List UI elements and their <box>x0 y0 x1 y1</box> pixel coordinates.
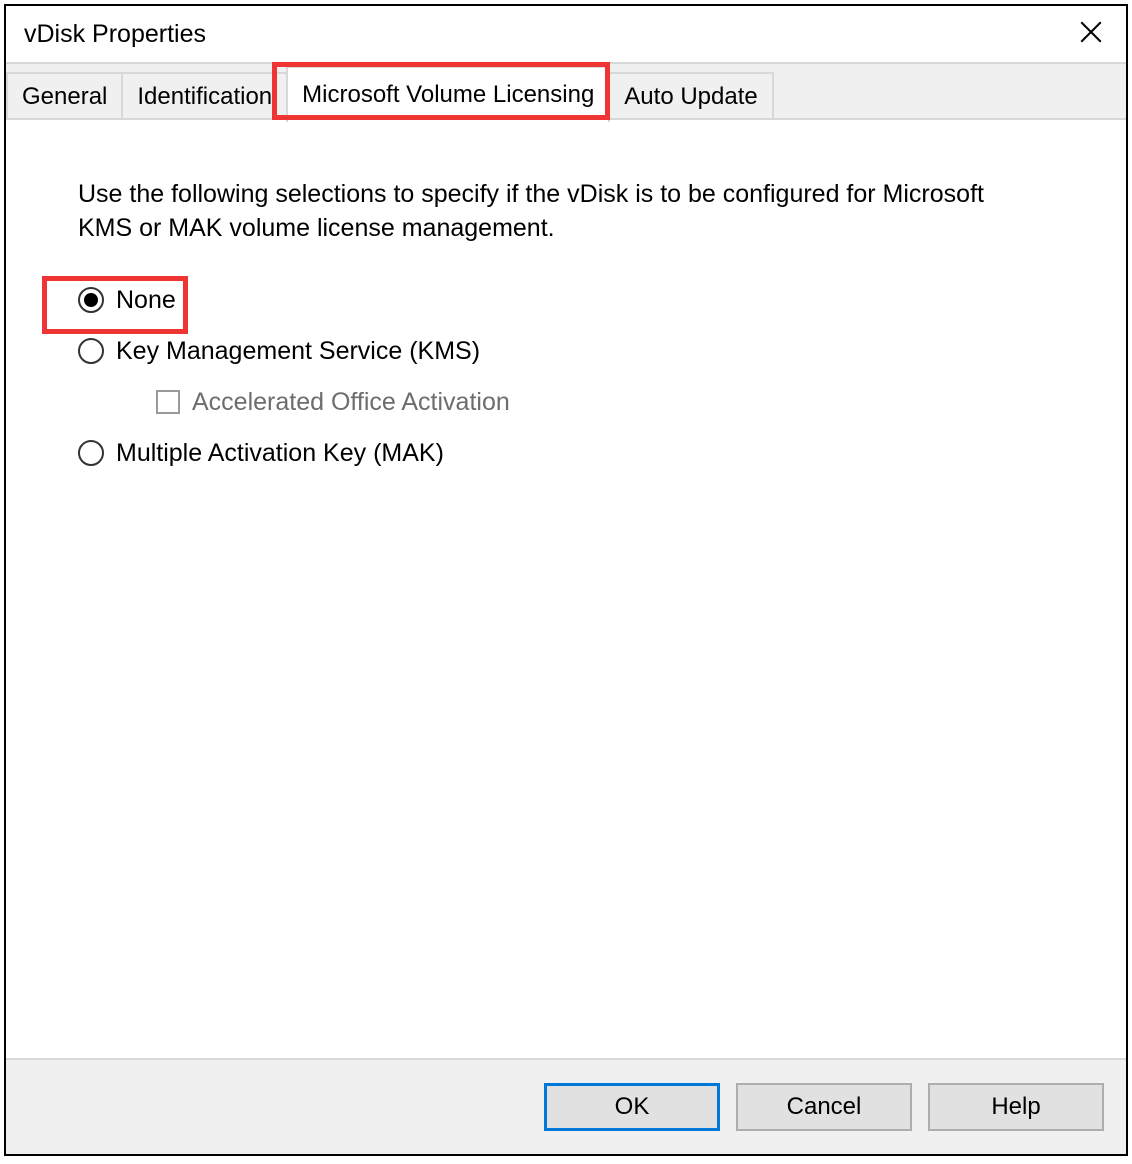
checkbox-label: Accelerated Office Activation <box>192 388 510 417</box>
checkbox-icon <box>156 390 180 414</box>
close-button[interactable] <box>1068 15 1114 54</box>
checkbox-accelerated-activation: Accelerated Office Activation <box>78 388 1054 417</box>
radio-icon <box>78 440 104 466</box>
button-label: Cancel <box>787 1093 862 1121</box>
ok-button[interactable]: OK <box>544 1083 720 1131</box>
radio-option-none[interactable]: None <box>78 286 1054 315</box>
tab-content: Use the following selections to specify … <box>6 122 1126 1058</box>
tab-label: General <box>22 83 107 111</box>
tab-microsoft-volume-licensing[interactable]: Microsoft Volume Licensing <box>286 66 610 122</box>
licensing-radio-group: None Key Management Service (KMS) Accele… <box>78 286 1054 468</box>
dialog-footer: OK Cancel Help <box>6 1058 1126 1154</box>
radio-label: Key Management Service (KMS) <box>116 337 480 366</box>
button-label: OK <box>615 1093 650 1121</box>
radio-option-mak[interactable]: Multiple Activation Key (MAK) <box>78 439 1054 468</box>
radio-icon <box>78 287 104 313</box>
button-label: Help <box>991 1093 1040 1121</box>
close-icon <box>1078 19 1104 45</box>
tab-identification[interactable]: Identification <box>121 72 288 120</box>
cancel-button[interactable]: Cancel <box>736 1083 912 1131</box>
dialog-window: vDisk Properties General Identification … <box>4 4 1128 1156</box>
radio-label: None <box>116 286 176 315</box>
tab-label: Identification <box>137 83 272 111</box>
window-title: vDisk Properties <box>24 20 206 49</box>
tab-label: Auto Update <box>624 83 757 111</box>
tab-label: Microsoft Volume Licensing <box>302 81 594 109</box>
title-bar: vDisk Properties <box>6 6 1126 64</box>
radio-option-kms[interactable]: Key Management Service (KMS) <box>78 337 1054 366</box>
tab-auto-update[interactable]: Auto Update <box>608 72 773 120</box>
tab-general[interactable]: General <box>6 72 123 120</box>
radio-label: Multiple Activation Key (MAK) <box>116 439 444 468</box>
radio-icon <box>78 338 104 364</box>
help-button[interactable]: Help <box>928 1083 1104 1131</box>
tab-strip: General Identification Microsoft Volume … <box>6 64 1126 122</box>
description-text: Use the following selections to specify … <box>78 178 1028 246</box>
